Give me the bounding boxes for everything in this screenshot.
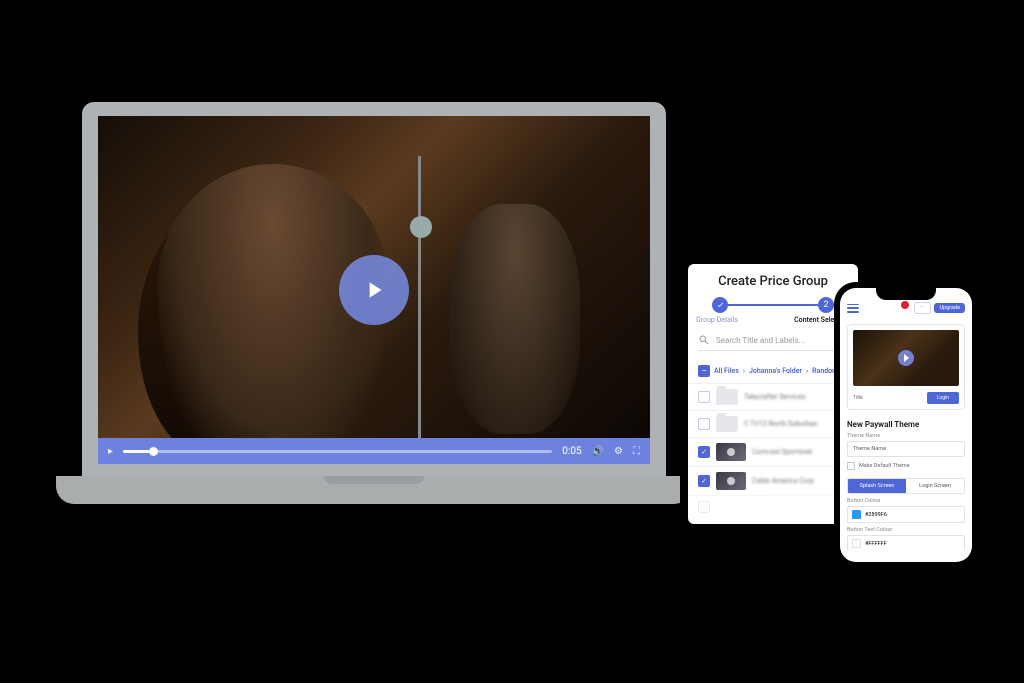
tablet-screen: Create Price Group 2 Group Details Conte… bbox=[688, 264, 858, 524]
step-1-label: Group Details bbox=[696, 316, 738, 324]
colour-swatch bbox=[852, 510, 861, 519]
theme-name-input[interactable]: Theme Name bbox=[847, 441, 965, 457]
preview-title: Title bbox=[853, 395, 863, 401]
step-2-dot[interactable]: 2 bbox=[818, 297, 834, 313]
check-icon bbox=[716, 301, 725, 310]
phone-screen: ⋯ Upgrade Title Login New Paywall Theme … bbox=[840, 288, 972, 562]
row-checkbox[interactable] bbox=[698, 418, 710, 430]
seek-knob[interactable] bbox=[149, 447, 158, 456]
account-link[interactable]: ⋯ bbox=[914, 302, 932, 314]
button-text-colour-value: #FFFFFF bbox=[865, 541, 887, 547]
menu-icon[interactable] bbox=[847, 304, 859, 313]
laptop-mockup: ▸ 0:05 🔊 ⚙ ⛶ bbox=[82, 102, 666, 504]
video-scene bbox=[418, 156, 421, 456]
step-labels: Group Details Content Selection bbox=[688, 313, 858, 324]
laptop-base bbox=[56, 476, 692, 504]
play-icon bbox=[727, 477, 735, 485]
video-scene bbox=[410, 216, 432, 238]
breadcrumb-folder[interactable]: Johanna's Folder bbox=[749, 367, 802, 375]
phone-mockup: ⋯ Upgrade Title Login New Paywall Theme … bbox=[834, 282, 978, 568]
colour-swatch bbox=[852, 539, 861, 548]
button-colour-input[interactable]: #2899F6 bbox=[847, 506, 965, 523]
row-label: Cable America Corp bbox=[752, 477, 814, 485]
row-checkbox[interactable] bbox=[698, 501, 710, 513]
checkbox-icon bbox=[847, 462, 855, 470]
upgrade-button[interactable]: Upgrade bbox=[934, 303, 965, 313]
tab-login[interactable]: Login Screen bbox=[906, 479, 964, 493]
step-1-dot[interactable] bbox=[712, 297, 728, 313]
tab-splash[interactable]: Splash Screen bbox=[848, 479, 906, 493]
play-button[interactable] bbox=[339, 255, 409, 325]
play-icon bbox=[898, 350, 914, 366]
video-player[interactable]: ▸ 0:05 🔊 ⚙ ⛶ bbox=[98, 116, 650, 464]
play-icon bbox=[361, 277, 387, 303]
button-text-colour-label: Button Text Colour bbox=[847, 527, 965, 533]
play-icon bbox=[727, 448, 735, 456]
search-placeholder: Search Title and Labels... bbox=[716, 336, 805, 345]
search-icon bbox=[698, 334, 710, 346]
notification-badge[interactable] bbox=[901, 301, 909, 309]
list-item[interactable]: ✓ Cable America Corp bbox=[688, 466, 858, 495]
preview-video[interactable] bbox=[853, 330, 959, 386]
settings-icon[interactable]: ⚙ bbox=[614, 446, 623, 457]
select-all-checkbox[interactable]: – bbox=[698, 365, 710, 377]
video-thumb bbox=[716, 443, 746, 461]
theme-name-label: Theme Name bbox=[847, 433, 965, 439]
breadcrumb-root[interactable]: All Files bbox=[714, 367, 739, 375]
seek-bar[interactable] bbox=[123, 450, 552, 453]
paywall-preview: Title Login bbox=[847, 324, 965, 410]
make-default-checkbox[interactable]: Make Default Theme bbox=[847, 462, 965, 470]
volume-icon[interactable]: 🔊 bbox=[592, 446, 604, 457]
laptop-bezel: ▸ 0:05 🔊 ⚙ ⛶ bbox=[82, 102, 666, 476]
list-item[interactable] bbox=[688, 495, 858, 518]
video-time: 0:05 bbox=[562, 446, 581, 457]
seek-progress bbox=[123, 450, 149, 453]
video-scene bbox=[450, 204, 580, 434]
button-colour-value: #2899F6 bbox=[865, 512, 887, 518]
video-thumb bbox=[716, 472, 746, 490]
screen-tabs: Splash Screen Login Screen bbox=[847, 478, 965, 494]
video-controls: ▸ 0:05 🔊 ⚙ ⛶ bbox=[98, 438, 650, 464]
breadcrumb-sep: › bbox=[806, 367, 808, 375]
row-checkbox[interactable]: ✓ bbox=[698, 475, 710, 487]
row-label: Comcast Sportsnet bbox=[752, 448, 812, 456]
search-input[interactable]: Search Title and Labels... bbox=[698, 334, 848, 351]
folder-icon bbox=[716, 416, 738, 432]
fullscreen-icon[interactable]: ⛶ bbox=[633, 446, 640, 457]
phone-notch bbox=[876, 288, 936, 300]
stepper: 2 bbox=[688, 297, 858, 313]
section-title: New Paywall Theme bbox=[847, 420, 965, 429]
row-label: C TV13 North Suburban bbox=[744, 420, 818, 428]
step-line bbox=[728, 304, 818, 306]
row-checkbox[interactable]: ✓ bbox=[698, 446, 710, 458]
list-item[interactable]: C TV13 North Suburban bbox=[688, 410, 858, 437]
row-checkbox[interactable] bbox=[698, 391, 710, 403]
list-item[interactable]: ✓ Comcast Sportsnet bbox=[688, 437, 858, 466]
row-label: Telecrafter Services bbox=[744, 393, 806, 401]
play-small-icon[interactable]: ▸ bbox=[108, 446, 113, 457]
paywall-form: New Paywall Theme Theme Name Theme Name … bbox=[847, 420, 965, 551]
button-text-colour-input[interactable]: #FFFFFF bbox=[847, 535, 965, 551]
list-item[interactable]: Telecrafter Services bbox=[688, 383, 858, 410]
make-default-label: Make Default Theme bbox=[859, 463, 910, 469]
login-button[interactable]: Login bbox=[927, 392, 959, 404]
page-title: Create Price Group bbox=[688, 264, 858, 297]
button-colour-label: Button Colour bbox=[847, 498, 965, 504]
breadcrumb-sep: › bbox=[743, 367, 745, 375]
folder-icon bbox=[716, 389, 738, 405]
breadcrumb: – All Files › Johanna's Folder › Random bbox=[698, 365, 848, 377]
